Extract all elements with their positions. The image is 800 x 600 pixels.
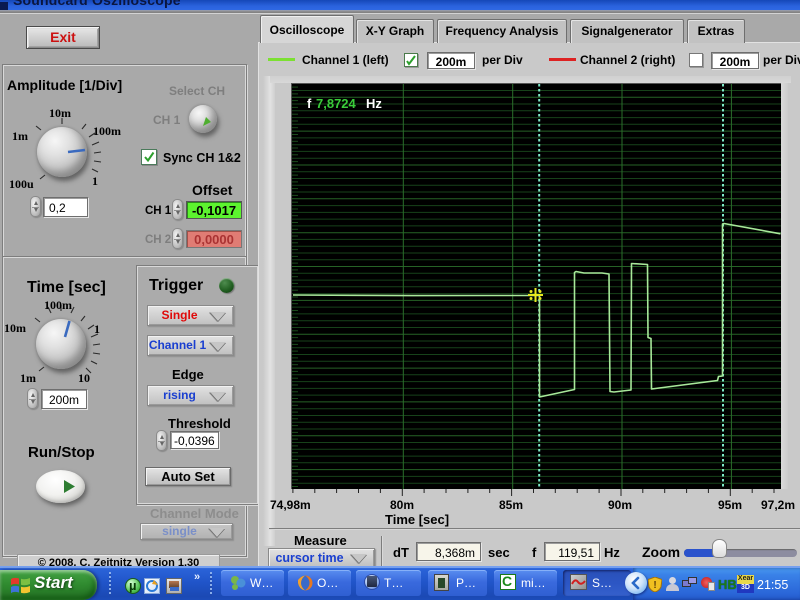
svg-text:!: ! [653,580,656,591]
svg-text:f: f [307,96,312,111]
svg-text:Hz: Hz [366,96,382,111]
svg-text:7,8724: 7,8724 [316,96,357,111]
